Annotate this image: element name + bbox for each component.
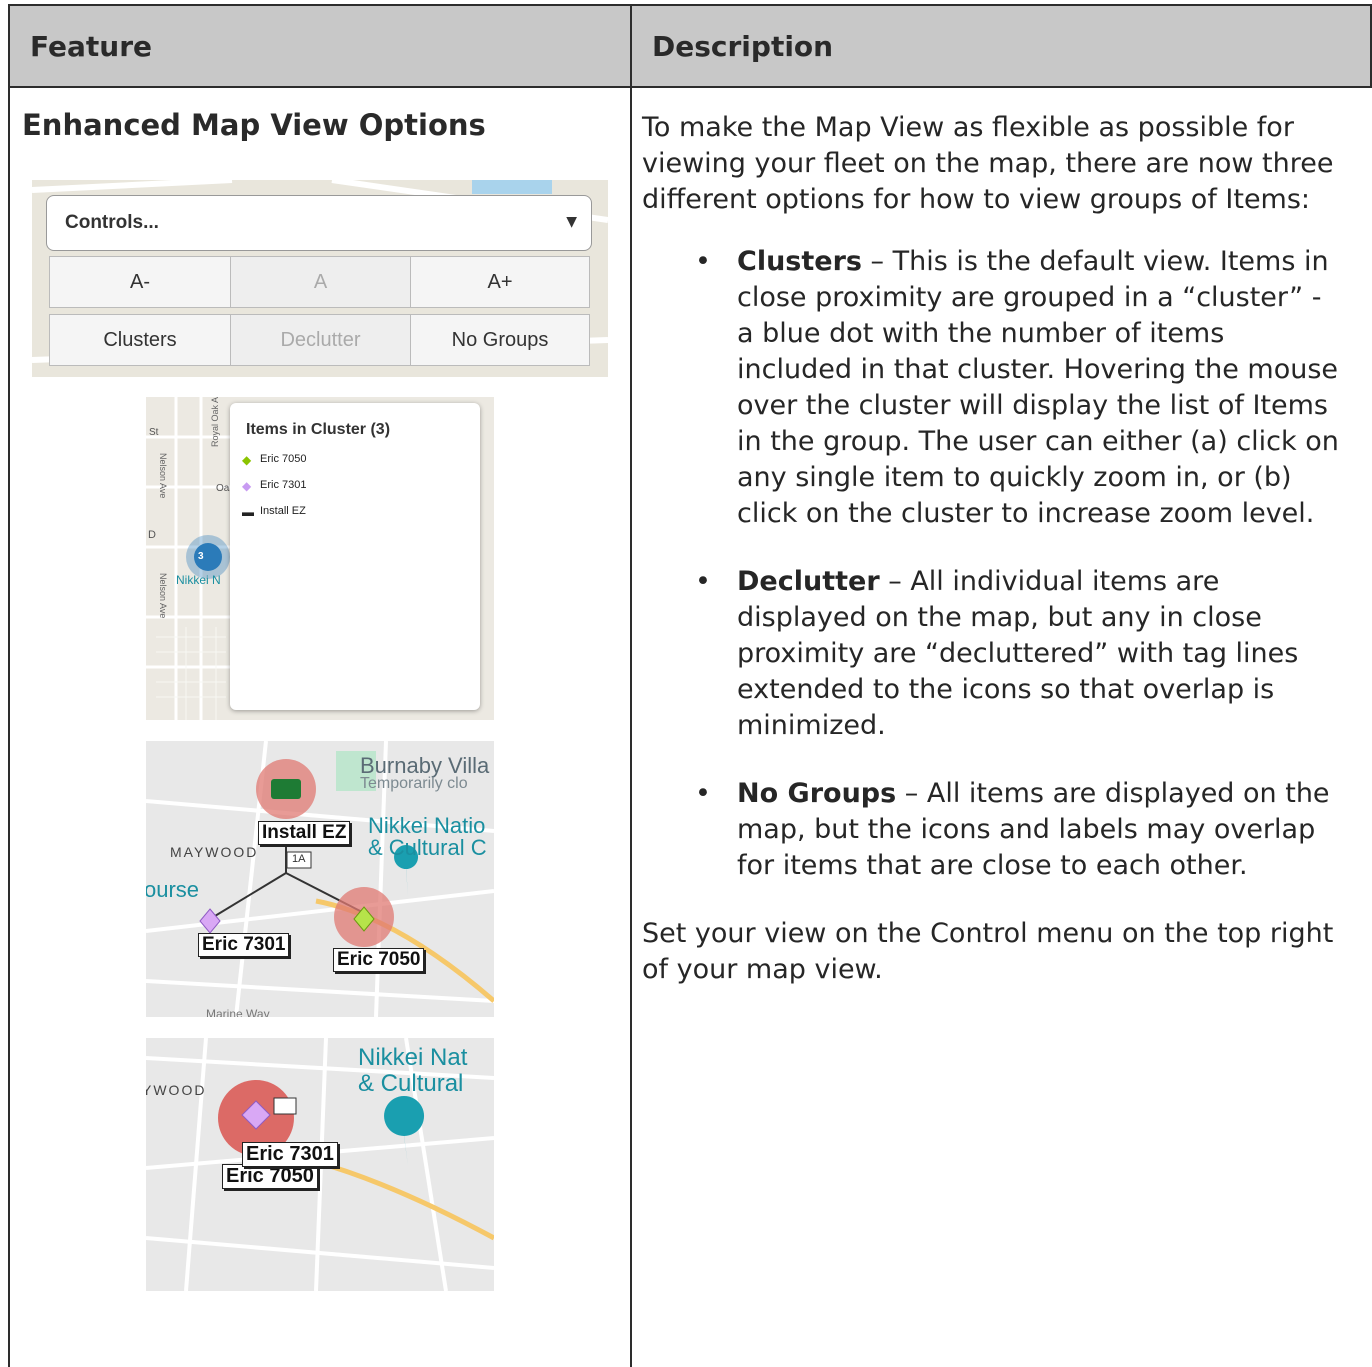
install-ez-label[interactable]: Install EZ	[258, 821, 351, 845]
eric-7301-label[interactable]: Eric 7301	[198, 933, 290, 957]
font-increase-button[interactable]: A+	[410, 256, 590, 308]
green-diamond-icon: ◆	[242, 453, 252, 467]
chevron-down-icon: ▼	[566, 214, 577, 230]
place-label: MAYWOOD	[170, 844, 259, 860]
cluster-item[interactable]: ◆ Eric 7301	[242, 479, 306, 493]
purple-diamond-icon: ◆	[242, 479, 252, 493]
header-bottom-border	[8, 86, 1372, 88]
no-groups-screenshot: Nikkei Nat & Cultural YWOOD Eric 7050 Er…	[146, 1038, 494, 1291]
eric-7050-label[interactable]: Eric 7050	[333, 948, 425, 972]
place-label: Temporarily clo	[360, 775, 468, 792]
place-label: Marine Way	[206, 1007, 270, 1017]
street-label: Oa	[216, 483, 230, 494]
font-default-button[interactable]: A	[230, 256, 411, 308]
bullet-declutter: • Declutter – All individual items are di…	[695, 566, 1299, 741]
header-description: Description	[652, 30, 834, 63]
view-options-list: • Clusters – This is the default view. It…	[642, 244, 1342, 884]
street-label: l St	[146, 427, 159, 438]
route-shield: 1A	[292, 853, 306, 865]
declutter-button[interactable]: Declutter	[230, 314, 411, 366]
table-header: Feature Description	[8, 4, 1372, 88]
clusters-button[interactable]: Clusters	[49, 314, 231, 366]
place-label: & Cultural	[358, 1070, 464, 1097]
controls-dropdown-label: Controls...	[65, 212, 159, 233]
eric-7301-label[interactable]: Eric 7301	[242, 1142, 338, 1167]
car-icon: ▬	[242, 505, 254, 519]
street-label: D	[148, 529, 156, 541]
eric-7050-label[interactable]: Eric 7050	[222, 1164, 318, 1189]
clusters-screenshot: 3 l St D Oa Nelson Ave Royal Oak Ave Nel…	[146, 397, 494, 720]
table-column-divider	[630, 4, 632, 1367]
feature-title: Enhanced Map View Options	[22, 108, 486, 142]
place-label: & Cultural C	[368, 835, 487, 860]
poi-label: Nikkei N	[176, 573, 221, 587]
controls-dropdown[interactable]: Controls... ▼	[46, 195, 592, 251]
place-label: ourse	[146, 877, 200, 902]
bullet-clusters: • Clusters – This is the default view. It…	[695, 246, 1339, 529]
street-label: Nelson Ave	[158, 453, 168, 499]
street-label: Royal Oak Ave	[210, 397, 220, 447]
cluster-item[interactable]: ▬ Install EZ	[242, 505, 306, 519]
header-feature: Feature	[30, 30, 152, 63]
cluster-popup-title: Items in Cluster (3)	[246, 421, 391, 438]
description-text: To make the Map View as flexible as poss…	[642, 110, 1342, 988]
cluster-popup: Items in Cluster (3) ◆ Eric 7050 ◆ Eric 73…	[230, 403, 480, 710]
place-label: Nikkei Nat	[358, 1044, 468, 1071]
controls-screenshot: Controls... ▼ A- A A+ Clusters Declutter…	[32, 180, 608, 377]
place-label: YWOOD	[146, 1082, 207, 1098]
bullet-no-groups: • No Groups – All items are displayed on …	[695, 778, 1330, 881]
table-left-border	[8, 4, 10, 1367]
font-decrease-button[interactable]: A-	[49, 256, 231, 308]
street-label: Nelson Ave	[158, 573, 168, 619]
cluster-item[interactable]: ◆ Eric 7050	[242, 453, 306, 467]
description-intro: To make the Map View as flexible as poss…	[642, 112, 1334, 215]
cluster-count[interactable]: 3	[198, 551, 204, 562]
description-outro: Set your view on the Control menu on the…	[642, 918, 1334, 985]
declutter-screenshot: Burnaby Villa Temporarily clo Nikkei Nat…	[146, 741, 494, 1017]
no-groups-button[interactable]: No Groups	[410, 314, 590, 366]
